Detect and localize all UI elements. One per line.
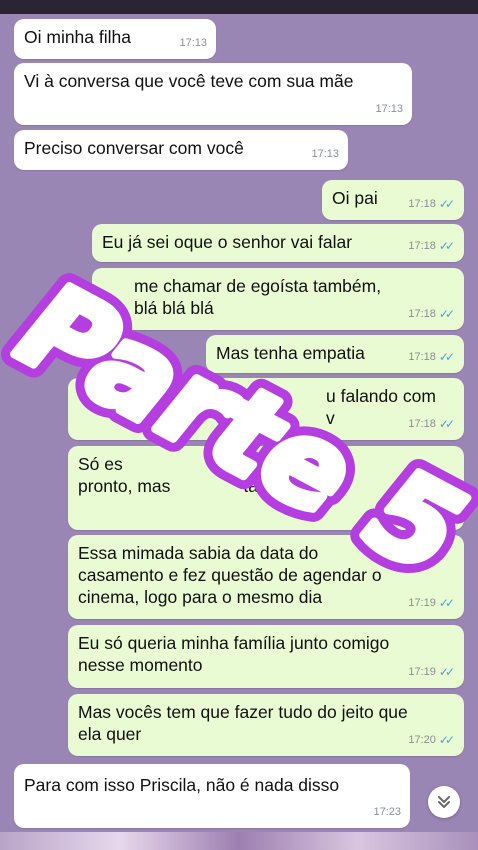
message-text: Para com isso Priscila, não é nada disso [24, 775, 340, 795]
message-meta: 17:23 [373, 801, 401, 823]
message-meta: 17:13 [179, 32, 207, 54]
message-time: 17:19 [408, 666, 436, 678]
message-time: 17:18 [408, 308, 436, 320]
message-bubble[interactable]: Só es ar pronto, mas ta [68, 446, 464, 530]
scroll-down-button[interactable] [428, 786, 460, 818]
message-bubble[interactable]: Eu já sei oque o senhor vai falar 17:18 ✓… [92, 224, 464, 262]
message-bubble[interactable]: Mas vocês tem que fazer tudo do jeito qu… [68, 694, 464, 756]
message-bubble[interactable]: Oi pai 17:18 ✓✓ [322, 180, 464, 220]
message-time: 17:18 [408, 418, 436, 430]
double-check-icon: ✓✓ [438, 733, 455, 747]
message-meta: 17:18 ✓✓ [408, 346, 455, 368]
message-text: Mas vocês tem que fazer tudo do jeito qu… [78, 702, 408, 744]
message-bubble[interactable]: Oi minha filha 17:13 [14, 19, 216, 59]
message-text: Preciso conversar com você [24, 138, 244, 158]
message-bubble[interactable]: Eu só queria minha família junto comigo … [68, 625, 464, 688]
message-meta: 17:19 ✓✓ [408, 661, 455, 683]
message-time: 17:18 [408, 240, 436, 252]
message-time: 17:23 [373, 806, 401, 818]
message-meta: 17:18 ✓✓ [408, 235, 455, 257]
message-meta: 17:18 ✓✓ [408, 413, 455, 435]
message-text: Vi à conversa que você teve com sua mãe [24, 71, 354, 91]
message-time: 17:20 [408, 734, 436, 746]
message-meta: 17:13 [375, 98, 403, 120]
chevron-double-down-icon [438, 796, 450, 808]
message-bubble[interactable]: Essa mimada sabia da data do casamento e… [68, 535, 464, 619]
double-check-icon: ✓✓ [438, 239, 455, 253]
message-bubble[interactable]: u falando com v 17:18 ✓✓ [68, 378, 464, 440]
message-text: Eu já sei oque o senhor vai falar [102, 232, 353, 252]
message-time: 17:18 [408, 351, 436, 363]
message-bubble[interactable]: Para com isso Priscila, não é nada disso… [14, 764, 410, 828]
message-time: 17:13 [311, 148, 339, 160]
message-meta: 17:19 ✓✓ [408, 592, 455, 614]
double-check-icon: ✓✓ [438, 307, 455, 321]
input-area-strip [0, 832, 478, 850]
double-check-icon: ✓✓ [438, 197, 455, 211]
double-check-icon: ✓✓ [438, 665, 455, 679]
message-meta: 17:18 ✓✓ [408, 193, 455, 215]
message-time: 17:13 [375, 103, 403, 115]
message-meta: 17:18 ✓✓ [408, 303, 455, 325]
message-text: Só es ar pronto, mas ta [78, 454, 258, 496]
message-meta: 17:20 ✓✓ [408, 729, 455, 751]
message-time: 17:18 [408, 198, 436, 210]
message-time: 17:13 [179, 37, 207, 49]
message-text: u falando com v [326, 386, 436, 428]
message-text: Essa mimada sabia da data do casamento e… [78, 543, 382, 607]
status-bar [0, 0, 478, 14]
double-check-icon: ✓✓ [438, 350, 455, 364]
message-meta: 17:13 [311, 143, 339, 165]
message-text: Eu só queria minha família junto comigo … [78, 633, 390, 675]
message-bubble[interactable]: Mas tenha empatia 17:18 ✓✓ [206, 335, 464, 373]
message-bubble[interactable]: Preciso conversar com você 17:13 [14, 130, 348, 170]
message-time: 17:19 [408, 597, 436, 609]
message-bubble[interactable]: Vi à conversa que você teve com sua mãe … [14, 63, 412, 125]
message-text: me chamar de egoísta também, blá blá blá [134, 276, 382, 318]
double-check-icon: ✓✓ [438, 596, 455, 610]
message-bubble[interactable]: me chamar de egoísta também, blá blá blá… [92, 268, 464, 330]
double-check-icon: ✓✓ [438, 417, 455, 431]
